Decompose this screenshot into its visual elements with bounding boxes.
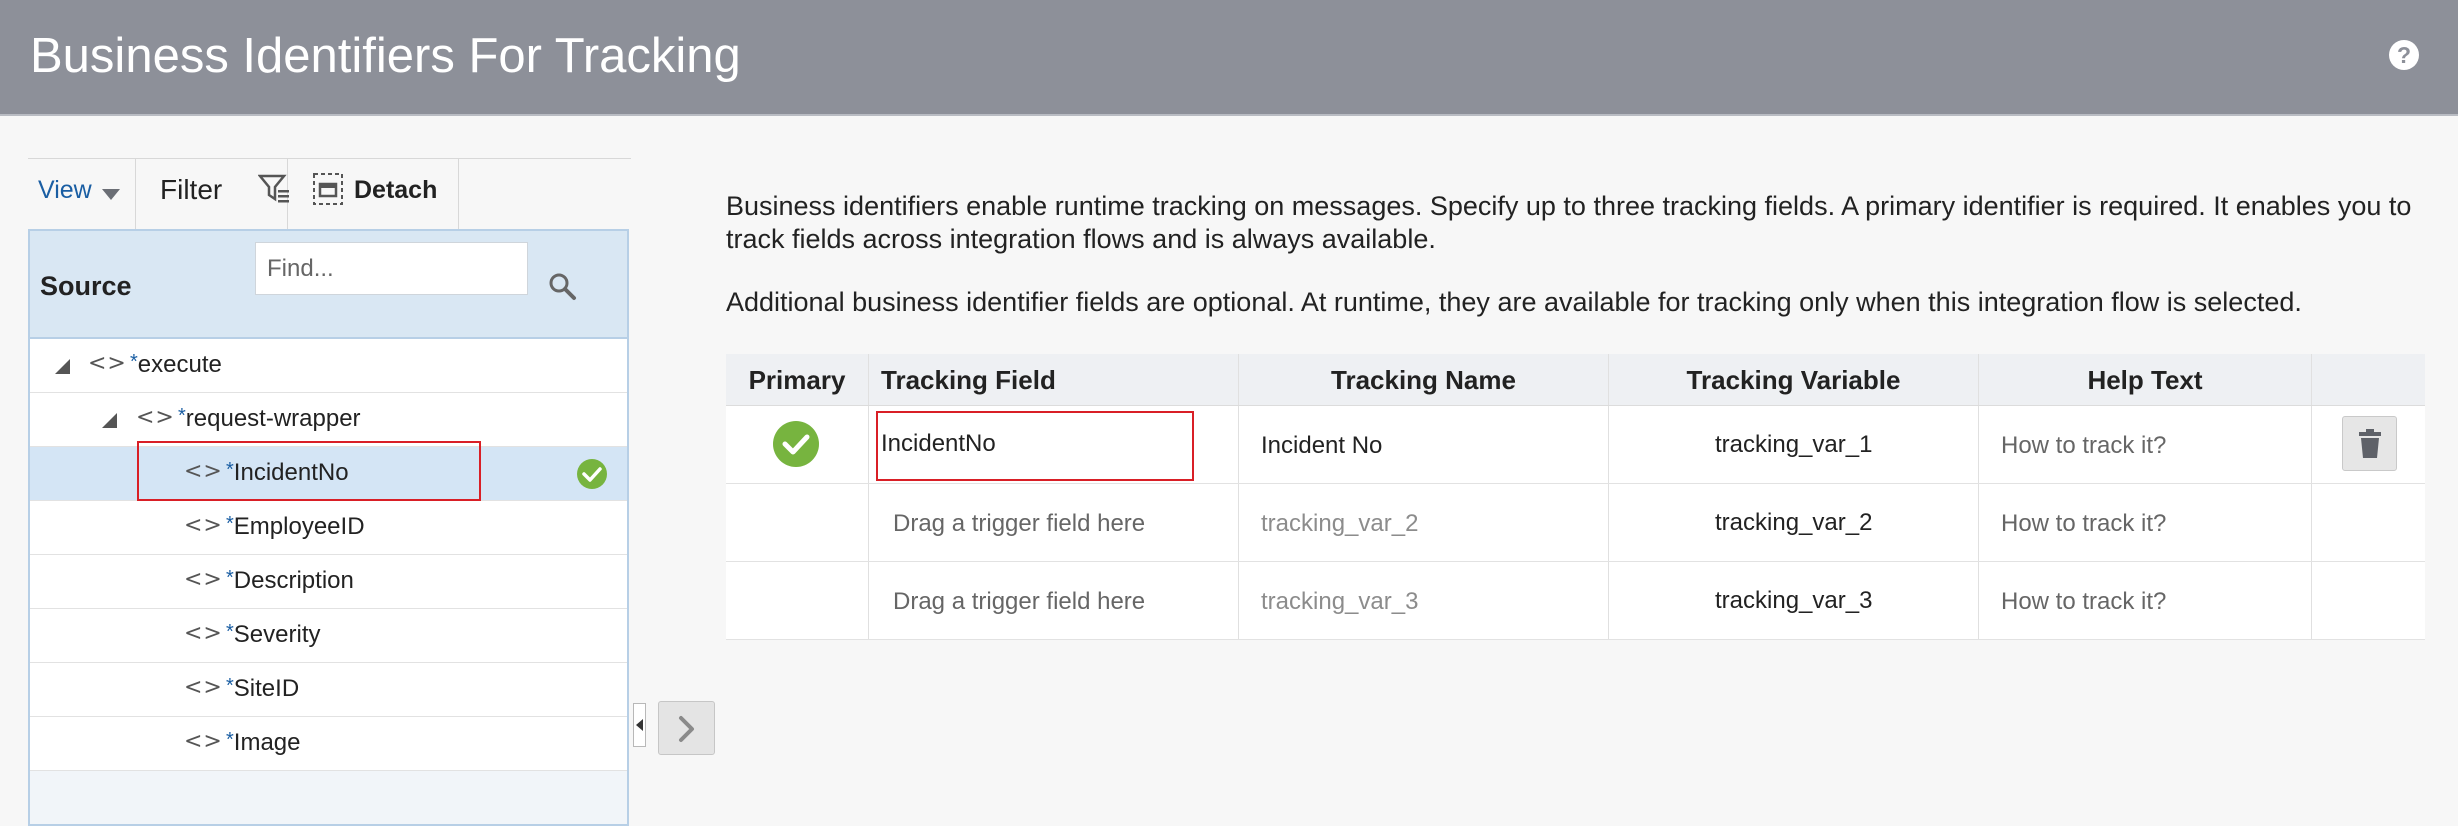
find-input[interactable] xyxy=(255,242,528,295)
tree-row-request-wrapper[interactable]: <> *request-wrapper xyxy=(30,393,627,447)
tracking-name-cell[interactable]: Incident No xyxy=(1239,406,1609,483)
column-header-tracking-field: Tracking Field xyxy=(869,354,1239,405)
search-icon[interactable] xyxy=(548,272,578,302)
tree-row-employeeid[interactable]: <> *EmployeeID xyxy=(30,501,627,555)
tracking-variable-cell: tracking_var_1 xyxy=(1609,406,1979,483)
source-toolbar: View Filter Detach xyxy=(28,158,631,231)
tree-row-image[interactable]: <> *Image xyxy=(30,717,627,771)
element-code-icon: <> xyxy=(184,513,223,538)
detach-icon xyxy=(313,173,343,205)
tree-row-siteid[interactable]: <> *SiteID xyxy=(30,663,627,717)
element-code-icon: <> xyxy=(184,675,223,700)
element-code-icon: <> xyxy=(184,621,223,646)
tracking-variable-cell: tracking_var_3 xyxy=(1609,562,1979,639)
column-header-actions xyxy=(2312,354,2425,405)
element-code-icon: <> xyxy=(88,351,127,376)
tracking-name-cell[interactable]: tracking_var_3 xyxy=(1239,562,1609,639)
tree-row-description[interactable]: <> *Description xyxy=(30,555,627,609)
tree-node-label: *SiteID xyxy=(226,675,300,702)
collapse-panel-button[interactable] xyxy=(633,703,646,747)
tracking-name-cell[interactable]: tracking_var_2 xyxy=(1239,484,1609,561)
primary-cell xyxy=(726,406,869,483)
tracking-field-drop-zone[interactable]: Drag a trigger field here xyxy=(869,484,1239,561)
description-paragraph-2: Additional business identifier fields ar… xyxy=(726,287,2302,317)
tree-row-severity[interactable]: <> *Severity xyxy=(30,609,627,663)
element-code-icon: <> xyxy=(136,405,175,430)
tree-row-execute[interactable]: <> *execute xyxy=(30,339,627,393)
primary-cell xyxy=(726,484,869,561)
check-circle-icon xyxy=(577,459,607,489)
help-text-value: How to track it? xyxy=(2001,588,2167,615)
move-to-tracking-button[interactable] xyxy=(658,701,715,755)
source-panel-header: Source xyxy=(30,231,627,339)
filter-button[interactable]: Filter xyxy=(136,159,289,231)
tracking-field-drop-zone[interactable]: Drag a trigger field here xyxy=(869,562,1239,639)
tracking-variable-cell: tracking_var_2 xyxy=(1609,484,1979,561)
help-text-value: How to track it? xyxy=(2001,510,2167,537)
tracking-field-placeholder: Drag a trigger field here xyxy=(893,510,1146,537)
tree-node-label: *execute xyxy=(130,351,222,378)
view-menu-label: View xyxy=(38,176,92,204)
tree-node-label: *Severity xyxy=(226,621,321,648)
trash-icon xyxy=(2359,429,2381,458)
expand-triangle-icon[interactable] xyxy=(102,413,117,428)
highlight-box xyxy=(876,411,1194,481)
tracking-name-value: tracking_var_3 xyxy=(1261,588,1419,615)
column-header-tracking-variable: Tracking Variable xyxy=(1609,354,1979,405)
check-circle-icon xyxy=(773,421,819,467)
collapse-left-icon xyxy=(636,719,643,731)
tree-node-label: *Image xyxy=(226,729,301,756)
caret-down-icon xyxy=(102,189,120,200)
detach-button[interactable]: Detach xyxy=(288,159,459,231)
tracking-variable-value: tracking_var_1 xyxy=(1715,431,1873,458)
expand-triangle-icon[interactable] xyxy=(55,359,70,374)
column-header-tracking-name: Tracking Name xyxy=(1239,354,1609,405)
actions-cell xyxy=(2312,484,2425,561)
page-title: Business Identifiers For Tracking xyxy=(30,29,741,83)
actions-cell xyxy=(2312,562,2425,639)
delete-button[interactable] xyxy=(2342,416,2397,471)
highlight-box xyxy=(137,441,481,501)
table-row: Drag a trigger field here tracking_var_3… xyxy=(726,562,2425,640)
tracking-name-value: tracking_var_2 xyxy=(1261,510,1419,537)
table-row: Drag a trigger field here tracking_var_2… xyxy=(726,484,2425,562)
tracking-variable-value: tracking_var_2 xyxy=(1715,509,1873,536)
help-icon[interactable]: ? xyxy=(2389,40,2419,70)
table-header-row: Primary Tracking Field Tracking Name Tra… xyxy=(726,354,2425,406)
column-header-primary: Primary xyxy=(726,354,869,405)
help-text-cell[interactable]: How to track it? xyxy=(1979,484,2312,561)
tracking-variable-value: tracking_var_3 xyxy=(1715,587,1873,614)
tree-node-label: *EmployeeID xyxy=(226,513,365,540)
tree-node-label: *request-wrapper xyxy=(178,405,361,432)
source-panel: Source <> *execute <> *request-wrapper <… xyxy=(28,229,629,826)
description-paragraph-1: Business identifiers enable runtime trac… xyxy=(726,191,2412,254)
filter-label: Filter xyxy=(160,174,223,205)
element-code-icon: <> xyxy=(184,729,223,754)
source-panel-title: Source xyxy=(40,271,132,301)
column-header-help-text: Help Text xyxy=(1979,354,2312,405)
help-text-cell[interactable]: How to track it? xyxy=(1979,562,2312,639)
tree-node-label: *Description xyxy=(226,567,354,594)
chevron-right-icon xyxy=(679,716,694,742)
tracking-name-value: Incident No xyxy=(1261,432,1383,459)
tree-row-incidentno[interactable]: <> *IncidentNo xyxy=(30,441,627,501)
help-text-value: How to track it? xyxy=(2001,432,2167,459)
page-header: Business Identifiers For Tracking ? xyxy=(0,0,2458,116)
view-menu-button[interactable]: View xyxy=(28,159,136,231)
detach-label: Detach xyxy=(354,176,438,204)
table-row: IncidentNo Incident No tracking_var_1 Ho… xyxy=(726,406,2425,484)
help-text-cell[interactable]: How to track it? xyxy=(1979,406,2312,483)
element-code-icon: <> xyxy=(184,567,223,592)
tracking-field-placeholder: Drag a trigger field here xyxy=(893,588,1146,615)
filter-icon xyxy=(258,174,289,203)
primary-cell xyxy=(726,562,869,639)
